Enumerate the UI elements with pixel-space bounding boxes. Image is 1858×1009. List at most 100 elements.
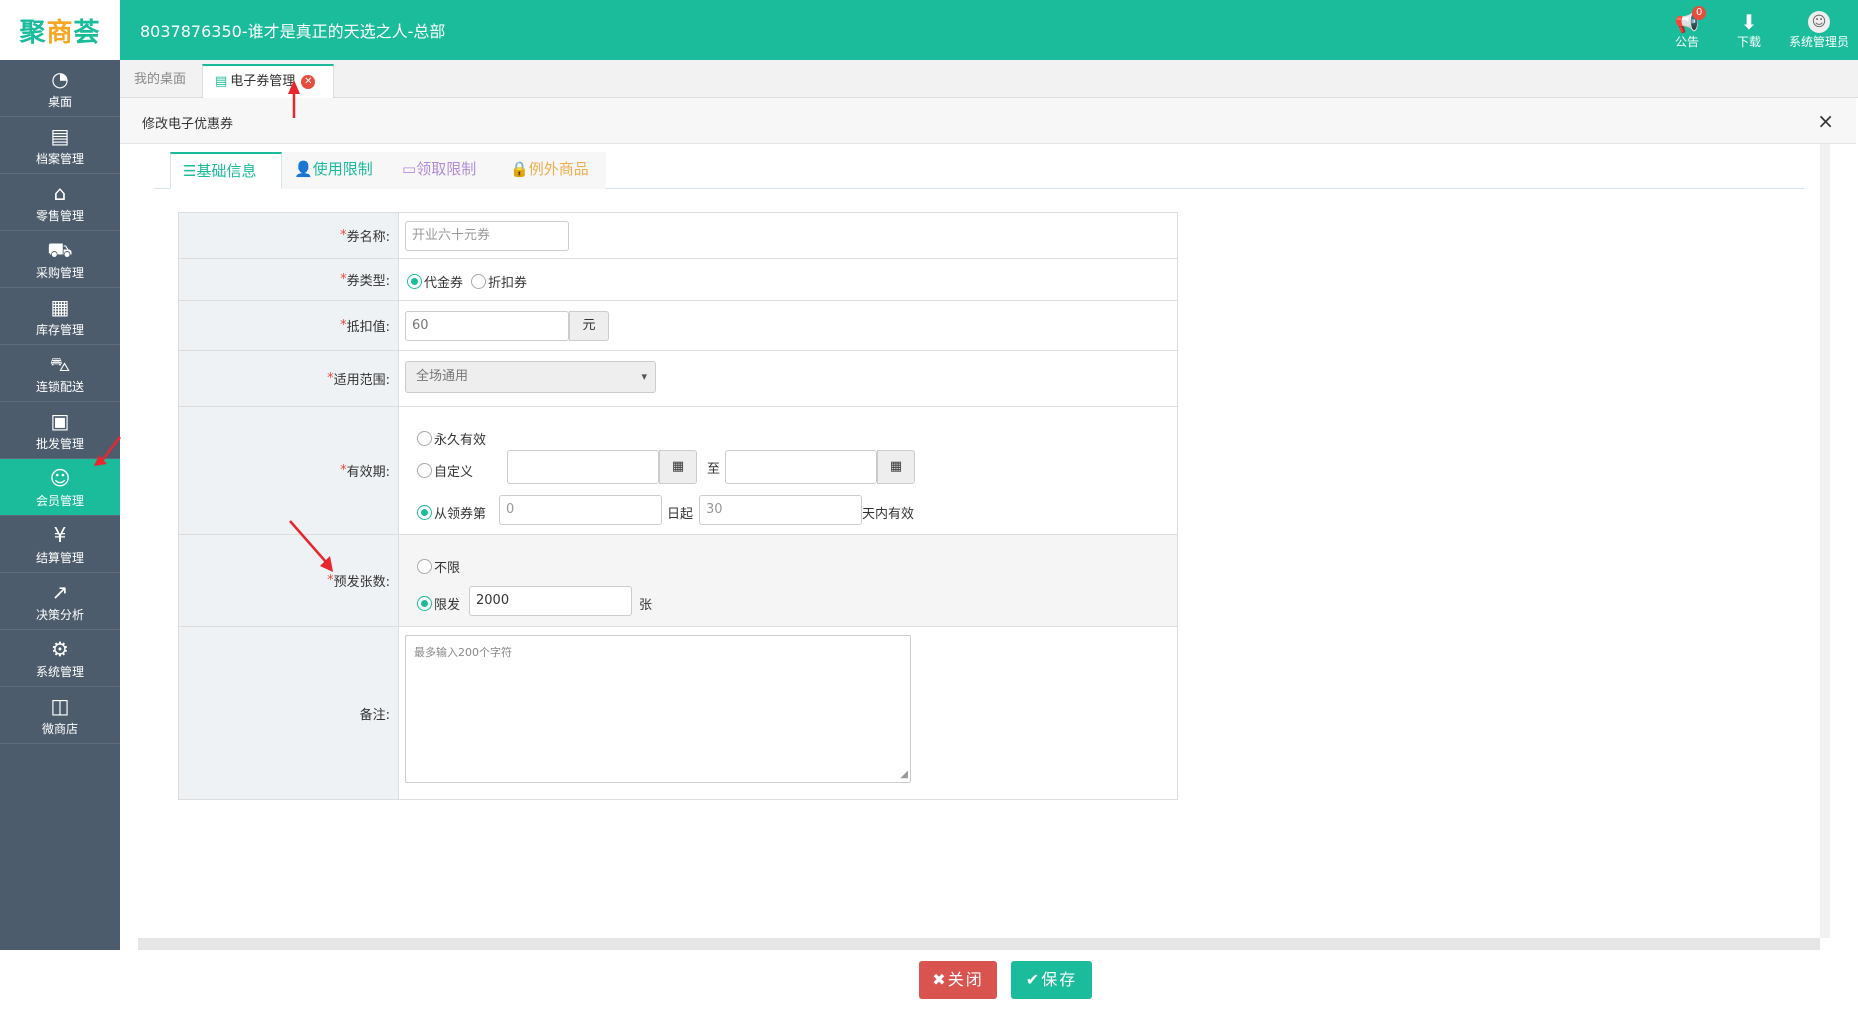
label-remark: 备注: bbox=[179, 627, 399, 799]
tab-close-icon[interactable]: ✕ bbox=[301, 74, 316, 89]
notice-button[interactable]: 📢 0 公告 bbox=[1656, 0, 1718, 60]
label-scope: * 适用范围: bbox=[179, 351, 399, 406]
label-coupon-type: * 券类型: bbox=[179, 259, 399, 300]
radio-custom[interactable]: 自定义 bbox=[417, 461, 473, 480]
valid-days-input[interactable]: 30 bbox=[699, 495, 862, 525]
coupon-form: * 券名称: 开业六十元券 * 券类型: 代金券 折扣券 * 抵扣值: 60 元 * 适… bbox=[178, 212, 1178, 800]
shop-bag-icon: ◫ bbox=[50, 693, 70, 718]
sidebar-item-member[interactable]: ☺ 会员管理 bbox=[0, 459, 120, 516]
label-deduct-value: * 抵扣值: bbox=[179, 301, 399, 350]
wholesale-icon: ▣ bbox=[50, 408, 70, 433]
sidebar-item-inventory[interactable]: ▦ 库存管理 bbox=[0, 288, 120, 345]
truck-icon: ⛍ bbox=[49, 351, 71, 376]
remark-textarea[interactable]: 最多输入200个字符 ◢ bbox=[405, 635, 911, 783]
deduct-value-input[interactable]: 60 bbox=[405, 311, 569, 341]
row-remark: 备注: 最多输入200个字符 ◢ bbox=[179, 627, 1177, 799]
radio-unlimited[interactable]: 不限 bbox=[417, 557, 460, 576]
list-icon: ☰ bbox=[183, 162, 197, 180]
row-coupon-type: * 券类型: 代金券 折扣券 bbox=[179, 259, 1177, 301]
form-tabs: ☰基础信息 👤使用限制 ▭领取限制 🔒例外商品 bbox=[154, 149, 1804, 189]
row-scope: * 适用范围: 全场通用 ▾ bbox=[179, 351, 1177, 407]
sidebar-item-purchase[interactable]: ⛟ 采购管理 bbox=[0, 231, 120, 288]
save-button[interactable]: ✔保存 bbox=[1011, 961, 1092, 999]
top-actions: 📢 0 公告 ⬇ 下载 ☺ 系统管理员 bbox=[1656, 0, 1858, 60]
radio-cash-coupon[interactable]: 代金券 bbox=[407, 272, 463, 291]
radio-forever[interactable]: 永久有效 bbox=[417, 429, 486, 448]
user-label: 系统管理员 bbox=[1788, 34, 1849, 49]
download-button[interactable]: ⬇ 下载 bbox=[1718, 0, 1780, 60]
page-tabstrip: 我的桌面 ▤ 电子券管理 ✕ bbox=[120, 60, 1858, 98]
radio-limited[interactable]: 限发 bbox=[417, 594, 460, 613]
end-date-input[interactable] bbox=[725, 450, 877, 484]
horizontal-scrollbar[interactable] bbox=[138, 938, 1820, 950]
radio-discount-coupon[interactable]: 折扣券 bbox=[471, 272, 527, 291]
row-coupon-name: * 券名称: 开业六十元券 bbox=[179, 213, 1177, 259]
valid-days-suffix: 天内有效 bbox=[862, 507, 915, 522]
from-day-input[interactable]: 0 bbox=[499, 495, 662, 525]
sidebar-item-analysis[interactable]: ↗ 决策分析 bbox=[0, 573, 120, 630]
settlement-icon: ¥ bbox=[53, 522, 67, 547]
radio-from-claim-day[interactable]: 从领券第 bbox=[417, 503, 486, 522]
inventory-icon: ▦ bbox=[50, 294, 70, 319]
sidebar-item-system[interactable]: ⚙ 系统管理 bbox=[0, 630, 120, 687]
tab-excluded-goods[interactable]: 🔒例外商品 bbox=[498, 152, 606, 189]
dialog-body: ☰基础信息 👤使用限制 ▭领取限制 🔒例外商品 * 券名称: 开业六十元券 * 券类… bbox=[138, 144, 1820, 938]
avatar-icon: ☺ bbox=[1808, 10, 1830, 33]
label-validity: * 有效期: bbox=[179, 407, 399, 534]
sidebar-item-distribution[interactable]: ⛍ 连锁配送 bbox=[0, 345, 120, 402]
sidebar-item-microshop[interactable]: ◫ 微商店 bbox=[0, 687, 120, 744]
close-button[interactable]: ✖关闭 bbox=[919, 961, 997, 999]
download-label: 下载 bbox=[1736, 34, 1761, 49]
dialog-footer: ✖关闭 ✔保存 bbox=[0, 950, 1858, 1009]
sidebar-item-settlement[interactable]: ¥ 结算管理 bbox=[0, 516, 120, 573]
calendar-icon[interactable]: ▦ bbox=[659, 450, 697, 484]
brand-logo[interactable]: 聚商荟 bbox=[0, 0, 120, 60]
store-icon: ⌂ bbox=[53, 180, 67, 205]
row-validity: * 有效期: 永久有效 自定义 ▦ 至 ▦ 从领券第 0 日起 30 天内有效 bbox=[179, 407, 1177, 535]
coupon-name-input[interactable]: 开业六十元券 bbox=[405, 221, 569, 251]
label-quantity: * 预发张数: bbox=[179, 535, 399, 626]
chart-icon: ↗ bbox=[51, 579, 69, 604]
dialog-close-icon[interactable]: × bbox=[1817, 109, 1834, 133]
row-deduct-value: * 抵扣值: 60 元 bbox=[179, 301, 1177, 351]
notice-badge: 0 bbox=[1692, 6, 1707, 20]
tab-basic-info[interactable]: ☰基础信息 bbox=[170, 152, 282, 189]
quantity-unit: 张 bbox=[639, 598, 653, 613]
calendar-icon[interactable]: ▦ bbox=[877, 450, 915, 484]
tab-usage-limit[interactable]: 👤使用限制 bbox=[282, 152, 390, 189]
archive-icon: ▤ bbox=[50, 123, 70, 148]
sidebar-item-retail[interactable]: ⌂ 零售管理 bbox=[0, 174, 120, 231]
app-title: 8037876350-谁才是真正的天选之人-总部 bbox=[140, 22, 446, 41]
sidebar-item-wholesale[interactable]: ▣ 批发管理 bbox=[0, 402, 120, 459]
document-icon: ▤ bbox=[215, 74, 228, 89]
date-range-separator: 至 bbox=[707, 462, 721, 477]
dashboard-icon: ◔ bbox=[51, 66, 69, 91]
top-bar: 聚商荟 8037876350-谁才是真正的天选之人-总部 📢 0 公告 ⬇ 下载… bbox=[0, 0, 1858, 60]
sidebar-item-archive[interactable]: ▤ 档案管理 bbox=[0, 117, 120, 174]
user-icon: 👤 bbox=[294, 160, 313, 178]
cart-icon: ⛟ bbox=[47, 237, 73, 262]
dialog-title: 修改电子优惠券 bbox=[142, 117, 234, 132]
tab-my-desktop[interactable]: 我的桌面 bbox=[122, 64, 198, 98]
scope-select[interactable]: 全场通用 ▾ bbox=[405, 361, 656, 393]
user-menu-button[interactable]: ☺ 系统管理员 bbox=[1780, 0, 1858, 60]
label-coupon-name: * 券名称: bbox=[179, 213, 399, 258]
dialog-header: 修改电子优惠券 × bbox=[120, 98, 1856, 144]
member-icon: ☺ bbox=[49, 465, 71, 490]
day-start-text: 日起 bbox=[667, 507, 694, 522]
sidebar-item-desktop[interactable]: ◔ 桌面 bbox=[0, 60, 120, 117]
limit-quantity-input[interactable]: 2000 bbox=[469, 586, 632, 616]
row-quantity: * 预发张数: 不限 限发 2000 张 bbox=[179, 535, 1177, 627]
download-icon: ⬇ bbox=[1740, 9, 1758, 34]
tab-coupon-management[interactable]: ▤ 电子券管理 ✕ bbox=[202, 64, 334, 98]
chevron-down-icon: ▾ bbox=[641, 370, 647, 383]
card-icon: ▭ bbox=[402, 160, 417, 178]
sidebar: ◔ 桌面 ▤ 档案管理 ⌂ 零售管理 ⛟ 采购管理 ▦ 库存管理 ⛍ 连锁配送 ▣ 批发管理 … bbox=[0, 60, 120, 1009]
notice-label: 公告 bbox=[1674, 34, 1699, 49]
start-date-input[interactable] bbox=[507, 450, 659, 484]
resize-grip-icon[interactable]: ◢ bbox=[900, 769, 908, 780]
deduct-unit: 元 bbox=[569, 311, 609, 341]
lock-icon: 🔒 bbox=[510, 160, 529, 178]
tab-claim-limit[interactable]: ▭领取限制 bbox=[390, 152, 498, 189]
vertical-scrollbar[interactable] bbox=[1820, 144, 1830, 938]
